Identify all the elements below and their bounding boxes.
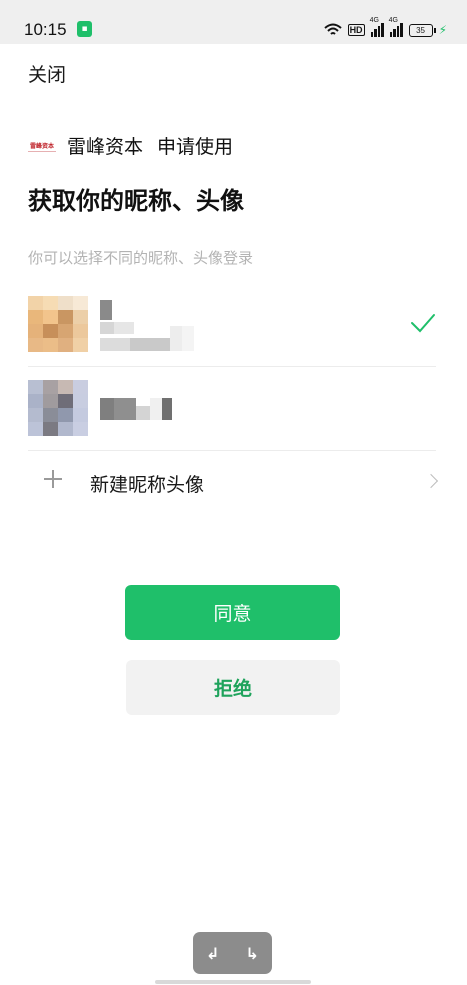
signal-icon: 4G <box>370 17 384 37</box>
forward-arrow-icon[interactable]: ↳ <box>246 944 259 963</box>
check-icon <box>411 314 435 333</box>
charging-icon: ⚡ <box>438 23 447 37</box>
system-nav-pill[interactable]: ↲ ↳ <box>193 932 272 974</box>
new-profile-label: 新建昵称头像 <box>90 474 205 496</box>
page-title: 获取你的昵称、头像 <box>28 187 244 215</box>
hd-badge: HD <box>347 24 365 36</box>
status-bar: 10:15 ▪ HD 4G 4G 35 ⚡ <box>0 0 467 44</box>
avatar <box>28 380 88 436</box>
hint-text: 你可以选择不同的昵称、头像登录 <box>28 249 254 267</box>
app-action: 申请使用 <box>157 136 234 158</box>
signal-icon: 4G <box>389 17 403 37</box>
app-logo: 雷峰资本 <box>28 139 56 152</box>
reject-button[interactable]: 拒绝 <box>126 660 340 715</box>
close-button[interactable]: 关闭 <box>28 60 66 87</box>
avatar <box>28 296 88 352</box>
back-arrow-icon[interactable]: ↲ <box>206 944 219 963</box>
new-profile-option[interactable]: 新建昵称头像 <box>28 452 440 514</box>
wechat-notification-icon: ▪ <box>77 21 92 37</box>
signal-tag: 4G <box>369 17 379 24</box>
agree-button[interactable]: 同意 <box>125 585 340 640</box>
battery-icon: 35 <box>408 23 436 37</box>
signal-tag: 4G <box>388 17 398 24</box>
status-icons: HD 4G 4G 35 ⚡ <box>323 17 447 40</box>
wifi-icon <box>323 23 342 35</box>
chevron-right-icon <box>423 473 439 489</box>
app-name: 雷峰资本 <box>67 136 144 158</box>
status-time: 10:15 <box>24 20 67 39</box>
account-option[interactable] <box>28 368 436 451</box>
home-indicator[interactable] <box>155 980 311 984</box>
app-brand: 雷峰资本 雷峰资本 申请使用 <box>28 132 233 159</box>
account-option[interactable] <box>28 284 436 367</box>
plus-icon <box>44 470 62 488</box>
app-logo-text: 雷峰资本 <box>29 142 54 150</box>
